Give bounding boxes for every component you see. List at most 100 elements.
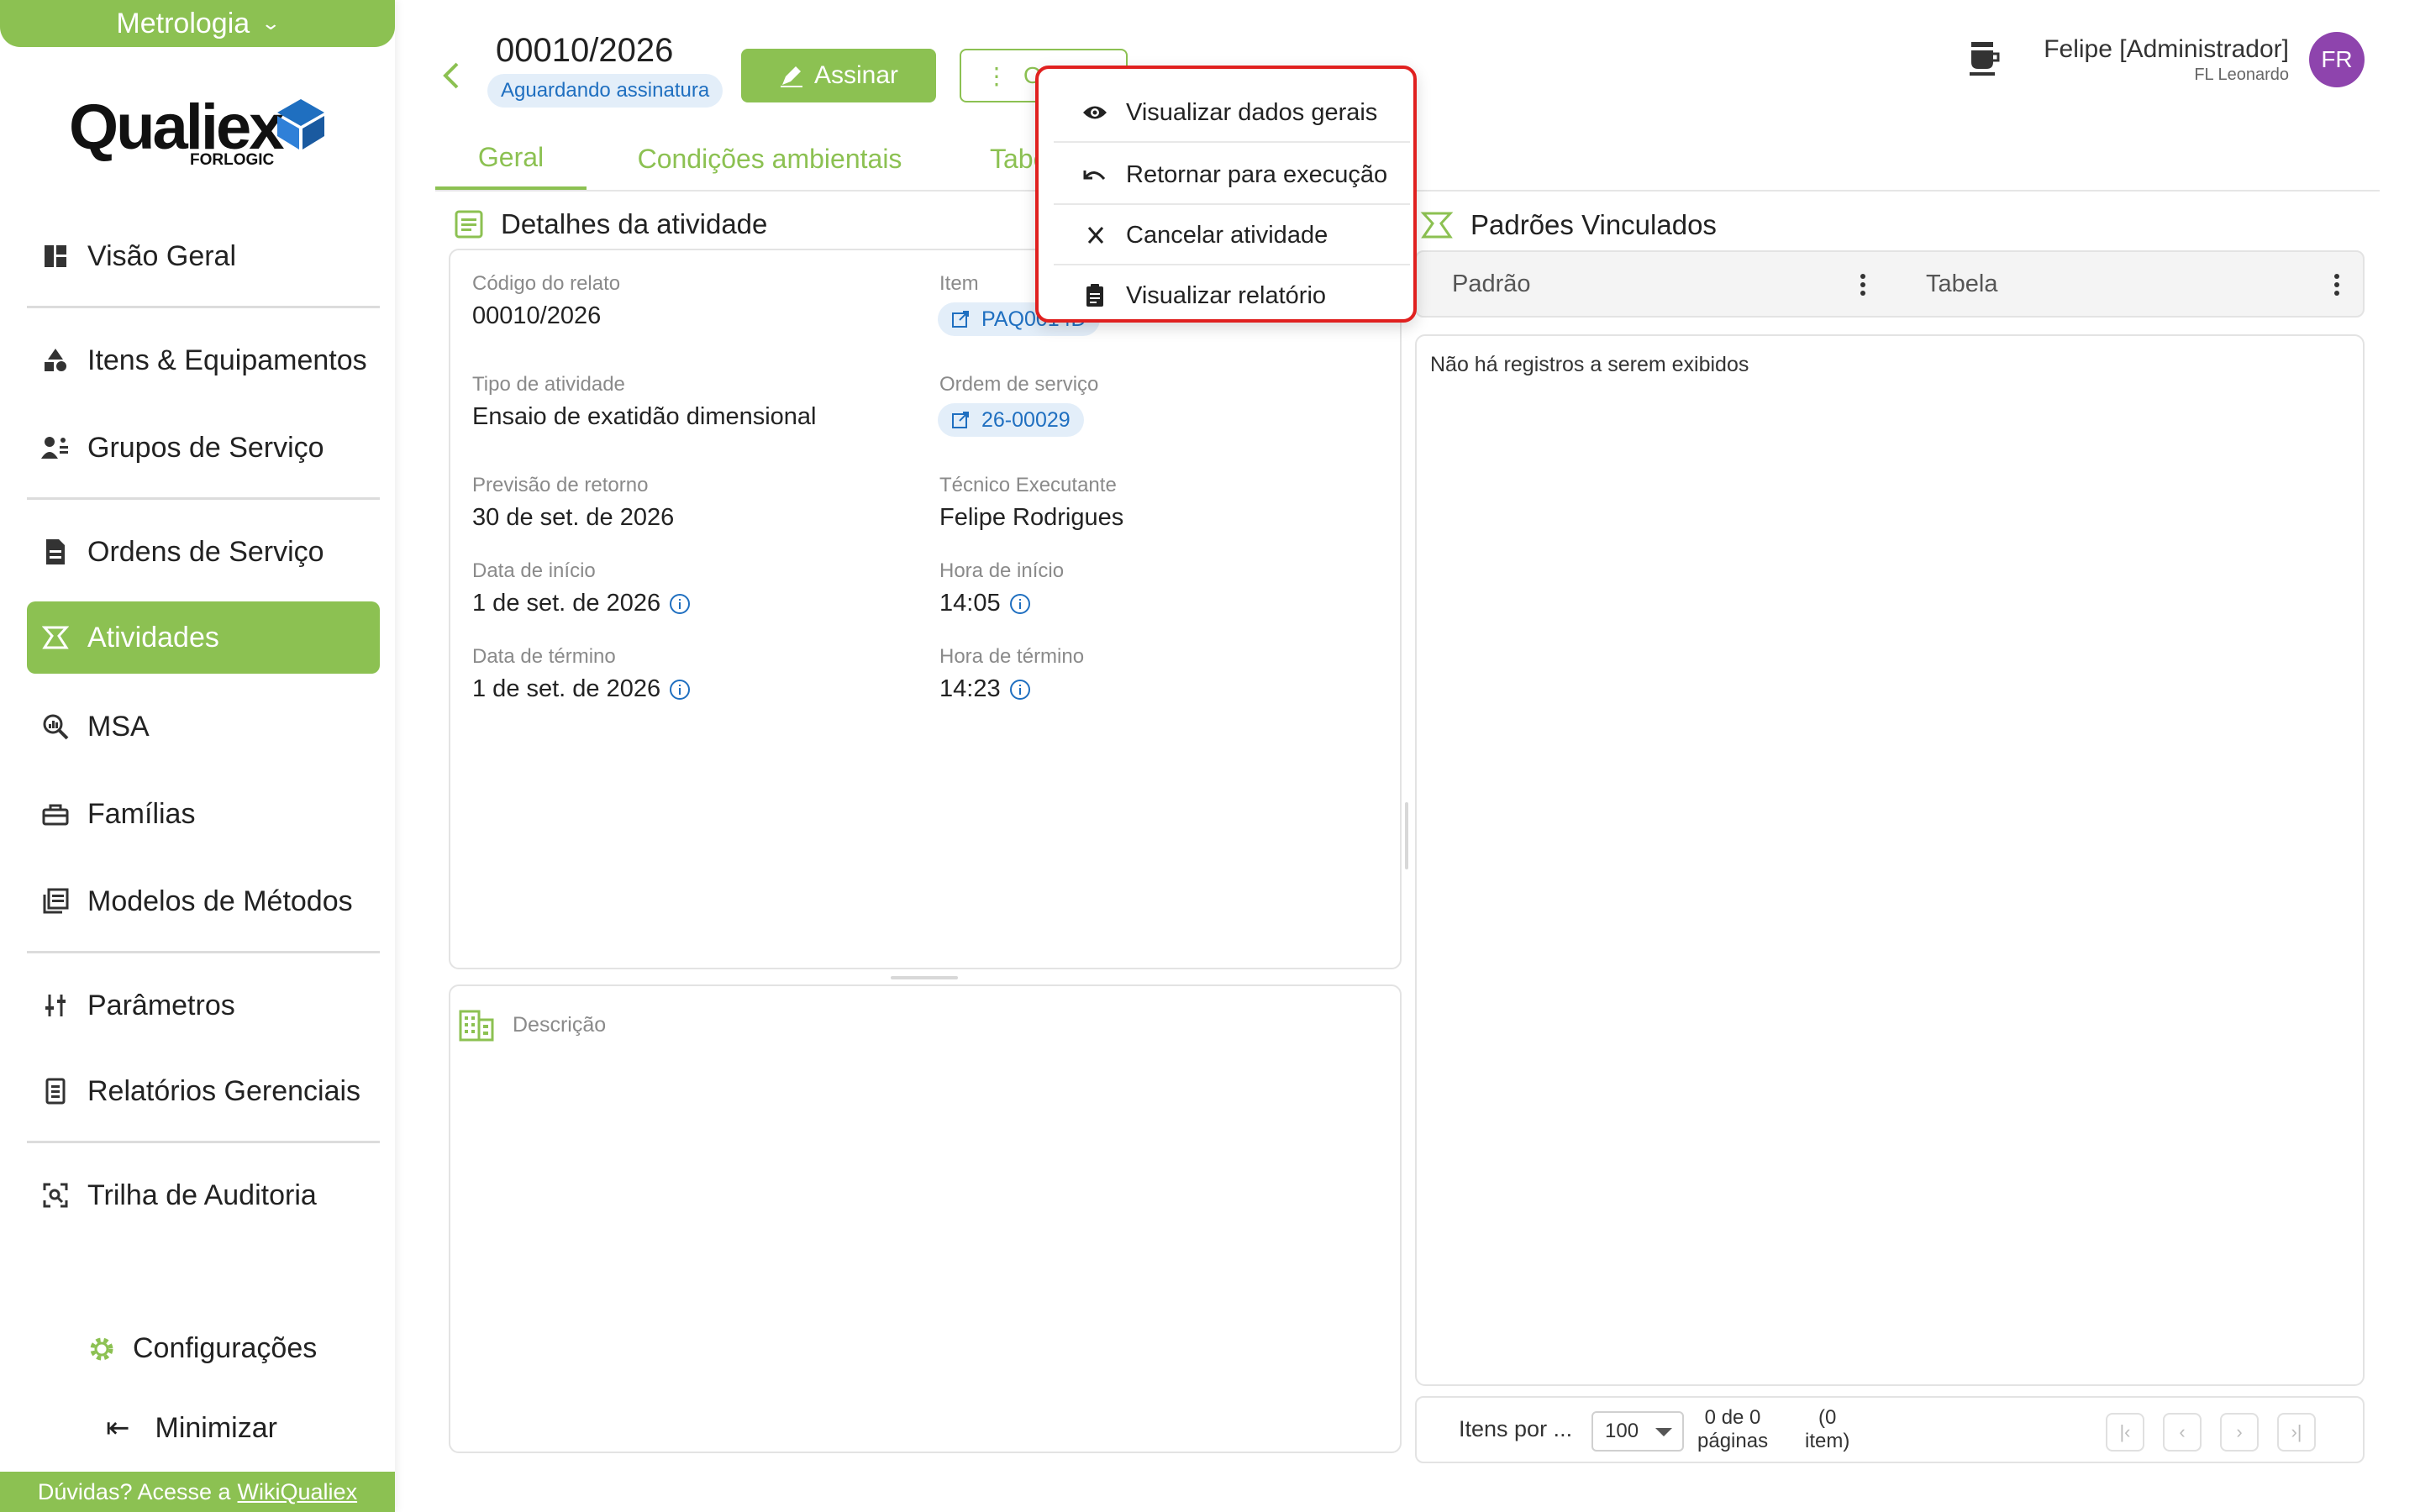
page-size-select[interactable]: 100: [1591, 1411, 1684, 1452]
external-link-icon: [952, 412, 969, 428]
eye-icon: [1083, 106, 1107, 119]
info-icon[interactable]: [1009, 593, 1031, 615]
field-value: 30 de set. de 2026: [472, 504, 675, 531]
toolbox-icon: [40, 799, 71, 829]
menu-item-view-general-data[interactable]: Visualizar dados gerais: [1054, 82, 1410, 143]
sidebar-item-atividades[interactable]: Atividades: [27, 601, 380, 674]
help-text: Dúvidas? Acesse a: [37, 1478, 231, 1504]
chevron-right-icon: ›: [2236, 1421, 2243, 1442]
minimize-button[interactable]: ⇤ Minimizar: [106, 1411, 277, 1445]
column-header-tabela[interactable]: Tabela: [1926, 252, 1997, 316]
table-body: [1415, 334, 2365, 1386]
sidebar-item-familias[interactable]: Famílias: [27, 778, 380, 850]
last-page-button[interactable]: ›|: [2277, 1413, 2316, 1452]
end-date-value: 1 de set. de 2026: [472, 675, 661, 702]
clipboard-icon: [1086, 284, 1103, 307]
field-label: Hora de início: [939, 559, 1065, 582]
standards-section-title: Padrões Vinculados: [1420, 208, 1717, 242]
sidebar-item-visao-geral[interactable]: Visão Geral: [27, 220, 380, 292]
document-icon: [40, 537, 71, 567]
menu-item-return-execution[interactable]: Retornar para execução: [1054, 144, 1410, 205]
description-card: [449, 984, 1402, 1453]
details-card: Código do relato 00010/2026 Item PAQ0014…: [449, 249, 1402, 969]
nav-divider: [27, 1141, 380, 1143]
library-icon: [40, 886, 71, 916]
tab-condicoes-ambientais[interactable]: Condições ambientais: [618, 128, 921, 190]
field-value-with-info: 1 de set. de 2026: [472, 675, 691, 703]
external-link-icon: [952, 311, 969, 328]
sign-button[interactable]: Assinar: [741, 49, 936, 102]
sidebar-item-msa[interactable]: MSA: [27, 690, 380, 763]
signature-icon: [780, 66, 802, 87]
coffee-icon[interactable]: [1966, 40, 2002, 81]
report-icon: [40, 1076, 71, 1106]
options-menu: Visualizar dados gerais Retornar para ex…: [1035, 66, 1417, 323]
sidebar-item-modelos-metodos[interactable]: Modelos de Métodos: [27, 865, 380, 937]
next-page-button[interactable]: ›: [2220, 1413, 2259, 1452]
info-icon[interactable]: [1009, 679, 1031, 701]
sidebar-item-trilha-auditoria[interactable]: Trilha de Auditoria: [27, 1159, 380, 1231]
menu-item-label: Cancelar atividade: [1126, 221, 1328, 249]
sidebar-item-label: Visão Geral: [87, 239, 237, 272]
qualiex-logo: Qualiex FORLOGIC: [69, 91, 329, 175]
standards-title: Padrões Vinculados: [1470, 209, 1717, 240]
order-link-chip[interactable]: 26-00029: [938, 403, 1084, 437]
page-count: 0 de 0 páginas: [1697, 1406, 1768, 1453]
gear-icon: [87, 1335, 116, 1363]
sidebar-item-label: Famílias: [87, 797, 196, 830]
details-icon: [455, 210, 483, 239]
sidebar-item-grupos-servico[interactable]: Grupos de Serviço: [27, 412, 380, 484]
menu-divider: [1054, 141, 1410, 143]
sidebar-item-label: Modelos de Métodos: [87, 885, 353, 917]
field-label: Tipo de atividade: [472, 373, 625, 396]
horizontal-resize-handle[interactable]: [891, 976, 958, 979]
column-menu-icon[interactable]: [1859, 272, 1867, 297]
sidebar-item-ordens-servico[interactable]: Ordens de Serviço: [27, 516, 380, 588]
description-label: Descrição: [513, 1013, 607, 1037]
avatar[interactable]: FR: [2309, 32, 2365, 87]
menu-item-cancel-activity[interactable]: Cancelar atividade: [1054, 205, 1410, 265]
end-time-value: 14:23: [939, 675, 1001, 702]
page-size-value: 100: [1605, 1420, 1639, 1442]
module-selector[interactable]: Metrologia ⌄: [0, 0, 395, 47]
vertical-resize-handle[interactable]: [1405, 802, 1408, 869]
status-badge: Aguardando assinatura: [487, 74, 723, 108]
column-header-padrao[interactable]: Padrão: [1452, 252, 1531, 316]
sidebar-item-relatorios[interactable]: Relatórios Gerenciais: [27, 1055, 380, 1127]
tab-geral[interactable]: Geral: [435, 128, 587, 190]
last-page-icon: ›|: [2291, 1421, 2302, 1442]
menu-item-view-report[interactable]: Visualizar relatório: [1054, 265, 1410, 326]
collapse-left-icon: ⇤: [106, 1412, 130, 1444]
nav-divider: [27, 497, 380, 500]
info-icon[interactable]: [669, 593, 691, 615]
item-count-label: item): [1805, 1430, 1850, 1452]
field-label: Data de término: [472, 645, 616, 668]
field-label: Código do relato: [472, 272, 621, 295]
field-value-with-info: 1 de set. de 2026: [472, 590, 691, 617]
menu-item-label: Visualizar relatório: [1126, 281, 1327, 309]
order-link-label: 26-00029: [981, 407, 1071, 432]
sidebar-item-label: Relatórios Gerenciais: [87, 1074, 361, 1107]
chevron-down-icon: ⌄: [260, 13, 281, 34]
menu-item-label: Retornar para execução: [1126, 160, 1388, 188]
sidebar-item-parametros[interactable]: Parâmetros: [27, 969, 380, 1042]
info-icon[interactable]: [669, 679, 691, 701]
nav-divider: [27, 951, 380, 953]
logo-subtitle: FORLOGIC: [190, 151, 275, 169]
prev-page-button[interactable]: ‹: [2163, 1413, 2202, 1452]
details-title: Detalhes da atividade: [501, 208, 768, 239]
back-button[interactable]: [437, 59, 467, 92]
wiki-link[interactable]: WikiQualiex: [238, 1479, 358, 1505]
field-value: 00010/2026: [472, 302, 602, 329]
field-label: Ordem de serviço: [939, 373, 1099, 396]
module-label: Metrologia: [116, 7, 250, 39]
user-company: FL Leonardo: [2194, 66, 2289, 84]
close-icon: [1087, 227, 1104, 244]
column-menu-icon[interactable]: [2333, 272, 2341, 297]
sidebar-item-label: Ordens de Serviço: [87, 535, 324, 568]
settings-button[interactable]: Configurações: [87, 1332, 317, 1365]
undo-icon: [1083, 171, 1106, 181]
chevron-left-icon: ‹: [2179, 1421, 2186, 1442]
first-page-button[interactable]: |‹: [2106, 1413, 2144, 1452]
sidebar-item-itens-equipamentos[interactable]: Itens & Equipamentos: [27, 324, 380, 396]
